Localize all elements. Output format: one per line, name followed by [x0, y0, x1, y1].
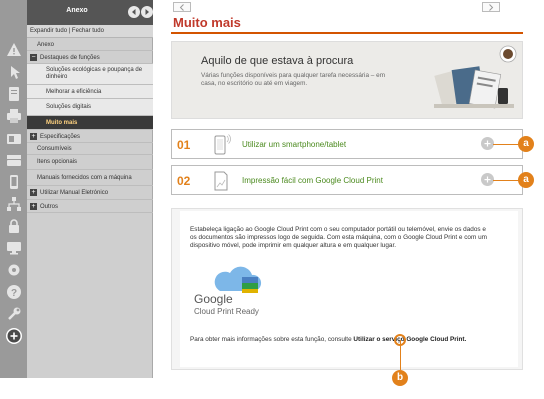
previous-arrow-icon[interactable]	[128, 6, 140, 18]
help-icon[interactable]: ?	[4, 282, 23, 301]
sidebar-item-label: Manuais fornecidos com a máquina	[37, 175, 132, 181]
sidebar-header: Anexo	[27, 0, 153, 25]
previous-page-button[interactable]	[173, 2, 191, 12]
phone-icon[interactable]	[4, 172, 23, 191]
sidebar-item-melhorar-eficiencia[interactable]: Melhorar a eficiência	[27, 85, 153, 99]
feature-row-01[interactable]: 01 Utilizar um smartphone/tablet	[171, 129, 523, 159]
sidebar-item-label: Consumíveis	[37, 146, 72, 152]
feature-number: 02	[177, 174, 191, 188]
sidebar-item-anexo[interactable]: Anexo	[27, 39, 153, 51]
sidebar-item-label: Itens opcionais	[37, 159, 78, 165]
smartphone-icon	[210, 133, 232, 157]
sidebar-title: Anexo	[66, 7, 88, 14]
callout-marker-a: a	[518, 172, 534, 188]
callout-leader	[493, 144, 521, 145]
page-title: Muito mais	[173, 15, 241, 30]
callout-target-ring	[394, 334, 406, 346]
sidebar-item-solucoes-digitais[interactable]: Soluções digitais	[27, 99, 153, 116]
feature-detail-panel: Estabeleça ligação ao Google Cloud Print…	[171, 208, 523, 370]
google-cloud-print-link[interactable]: Utilizar o serviço Google Cloud Print.	[353, 336, 466, 343]
monitor-icon[interactable]	[4, 238, 23, 257]
main-content: Muito mais Aquilo de que estava à procur…	[160, 0, 534, 386]
document-icon	[210, 169, 232, 193]
sidebar-item-manual-eletronico[interactable]: + Utilizar Manual Eletrónico	[27, 186, 153, 200]
sidebar-item-manuais[interactable]: Manuais fornecidos com a máquina	[27, 170, 153, 186]
detail-more-info: Para obter mais informações sobre esta f…	[190, 336, 510, 344]
sidebar-item-label: Muito mais	[46, 120, 78, 126]
sidebar-item-label: Outros	[40, 204, 59, 211]
feature-number: 01	[177, 138, 191, 152]
plus-circle-icon[interactable]	[4, 326, 23, 345]
sidebar-item-especificacoes[interactable]: + Especificações	[27, 130, 153, 143]
sidebar: Anexo Expandir tudo | Fechar tudo Anexo …	[27, 0, 153, 378]
callout-marker-b: b	[392, 370, 408, 386]
sidebar-item-consumiveis[interactable]: Consumíveis	[27, 143, 153, 155]
expand-icon[interactable]: +	[30, 189, 37, 196]
title-divider	[171, 32, 523, 34]
next-arrow-icon[interactable]	[141, 6, 153, 18]
sidebar-item-solucoes-ecologicas[interactable]: Soluções ecológicas e poupança de dinhei…	[27, 64, 153, 85]
sidebar-item-destaques[interactable]: − Destaques de funções	[27, 51, 153, 64]
sidebar-item-label: Destaques de funções	[40, 55, 100, 62]
next-page-button[interactable]	[482, 2, 500, 12]
sidebar-item-label: Soluções ecológicas e poupança de dinhei…	[46, 67, 143, 80]
expand-collapse-toolbar[interactable]: Expandir tudo | Fechar tudo	[27, 25, 153, 38]
sidebar-item-label: Utilizar Manual Eletrónico	[40, 190, 109, 197]
help-viewer: ? Anexo Expandir tudo | Fechar tudo Anex…	[0, 0, 544, 399]
feature-label[interactable]: Utilizar um smartphone/tablet	[242, 140, 346, 149]
printer-icon[interactable]	[4, 106, 23, 125]
feature-label[interactable]: Impressão fácil com Google Cloud Print	[242, 176, 383, 185]
feature-detail-content: Estabeleça ligação ao Google Cloud Print…	[180, 211, 518, 367]
sidebar-item-label: Anexo	[37, 42, 55, 48]
more-info-prefix: Para obter mais informações sobre esta f…	[190, 336, 352, 343]
intro-banner: Aquilo de que estava à procura Várias fu…	[171, 41, 523, 119]
banner-illustration	[434, 45, 517, 109]
collapse-icon[interactable]: −	[30, 54, 37, 61]
lock-icon[interactable]	[4, 216, 23, 235]
scanner-icon[interactable]	[4, 150, 23, 169]
callout-marker-a: a	[518, 136, 534, 152]
cloud-print-ready-text: Cloud Print Ready	[194, 307, 259, 316]
sidebar-item-label: Soluções digitais	[46, 104, 92, 110]
feature-row-02[interactable]: 02 Impressão fácil com Google Cloud Prin…	[171, 165, 523, 195]
google-logo-text: Google	[194, 292, 233, 306]
gear-icon[interactable]	[4, 260, 23, 279]
detail-paragraph: Estabeleça ligação ao Google Cloud Print…	[190, 226, 487, 249]
sidebar-item-outros[interactable]: + Outros	[27, 200, 153, 213]
sidebar-item-label: Melhorar a eficiência	[46, 89, 102, 95]
fax-icon[interactable]	[4, 128, 23, 147]
callout-leader	[493, 180, 521, 181]
svg-text:?: ?	[10, 288, 16, 299]
pointer-icon[interactable]	[4, 62, 23, 81]
network-icon[interactable]	[4, 194, 23, 213]
document-icon[interactable]	[4, 84, 23, 103]
sidebar-item-label: Especificações	[40, 134, 81, 141]
banner-text: Várias funções disponíveis para qualquer…	[201, 72, 386, 87]
sidebar-item-muito-mais[interactable]: Muito mais	[27, 116, 153, 130]
expand-icon[interactable]: +	[30, 203, 37, 210]
wrench-icon[interactable]	[4, 304, 23, 323]
warning-icon[interactable]	[4, 40, 23, 59]
banner-heading: Aquilo de que estava à procura	[201, 55, 354, 67]
icon-rail: ?	[0, 0, 27, 378]
expand-icon[interactable]: +	[30, 133, 37, 140]
sidebar-item-itens-opcionais[interactable]: Itens opcionais	[27, 155, 153, 170]
